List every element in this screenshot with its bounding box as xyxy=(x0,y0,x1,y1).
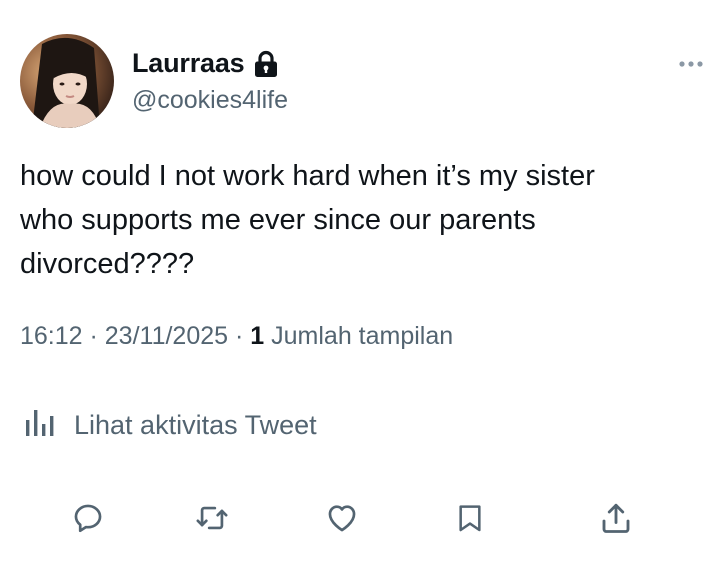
tweet: Laurraas @cookies4life how could I not w… xyxy=(0,0,720,561)
meta-separator: · xyxy=(228,322,251,350)
views-count: 1 xyxy=(250,322,265,350)
view-tweet-activity-button[interactable]: Lihat aktivitas Tweet xyxy=(22,408,317,443)
tweet-meta: 16:12 · 23/11/2025 · 1 Jumlah tampilan xyxy=(20,322,453,351)
tweet-text: how could I not work hard when it’s my s… xyxy=(20,160,595,280)
reply-button[interactable] xyxy=(68,496,108,540)
analytics-icon xyxy=(22,408,58,443)
retweet-button[interactable] xyxy=(192,496,232,540)
view-tweet-activity-label: Lihat aktivitas Tweet xyxy=(74,410,317,440)
display-name-text: Laurraas xyxy=(132,48,245,78)
avatar[interactable] xyxy=(20,34,114,128)
lock-icon xyxy=(253,50,279,78)
like-icon xyxy=(328,505,356,532)
tweet-time[interactable]: 16:12 xyxy=(20,322,83,350)
reply-icon xyxy=(74,504,102,533)
display-name[interactable]: Laurraas xyxy=(132,48,279,79)
share-button[interactable] xyxy=(596,496,636,540)
like-button[interactable] xyxy=(322,496,362,540)
meta-separator: · xyxy=(82,322,105,350)
retweet-icon xyxy=(196,506,228,530)
bookmark-icon xyxy=(459,505,481,532)
avatar-photo-icon xyxy=(20,34,114,128)
views-label: Jumlah tampilan xyxy=(271,322,454,350)
share-icon xyxy=(602,503,630,533)
handle[interactable]: @cookies4life xyxy=(132,86,288,115)
more-options-icon[interactable] xyxy=(678,56,704,67)
tweet-date[interactable]: 23/11/2025 xyxy=(105,322,228,350)
action-bar xyxy=(0,496,720,540)
bookmark-button[interactable] xyxy=(450,496,490,540)
